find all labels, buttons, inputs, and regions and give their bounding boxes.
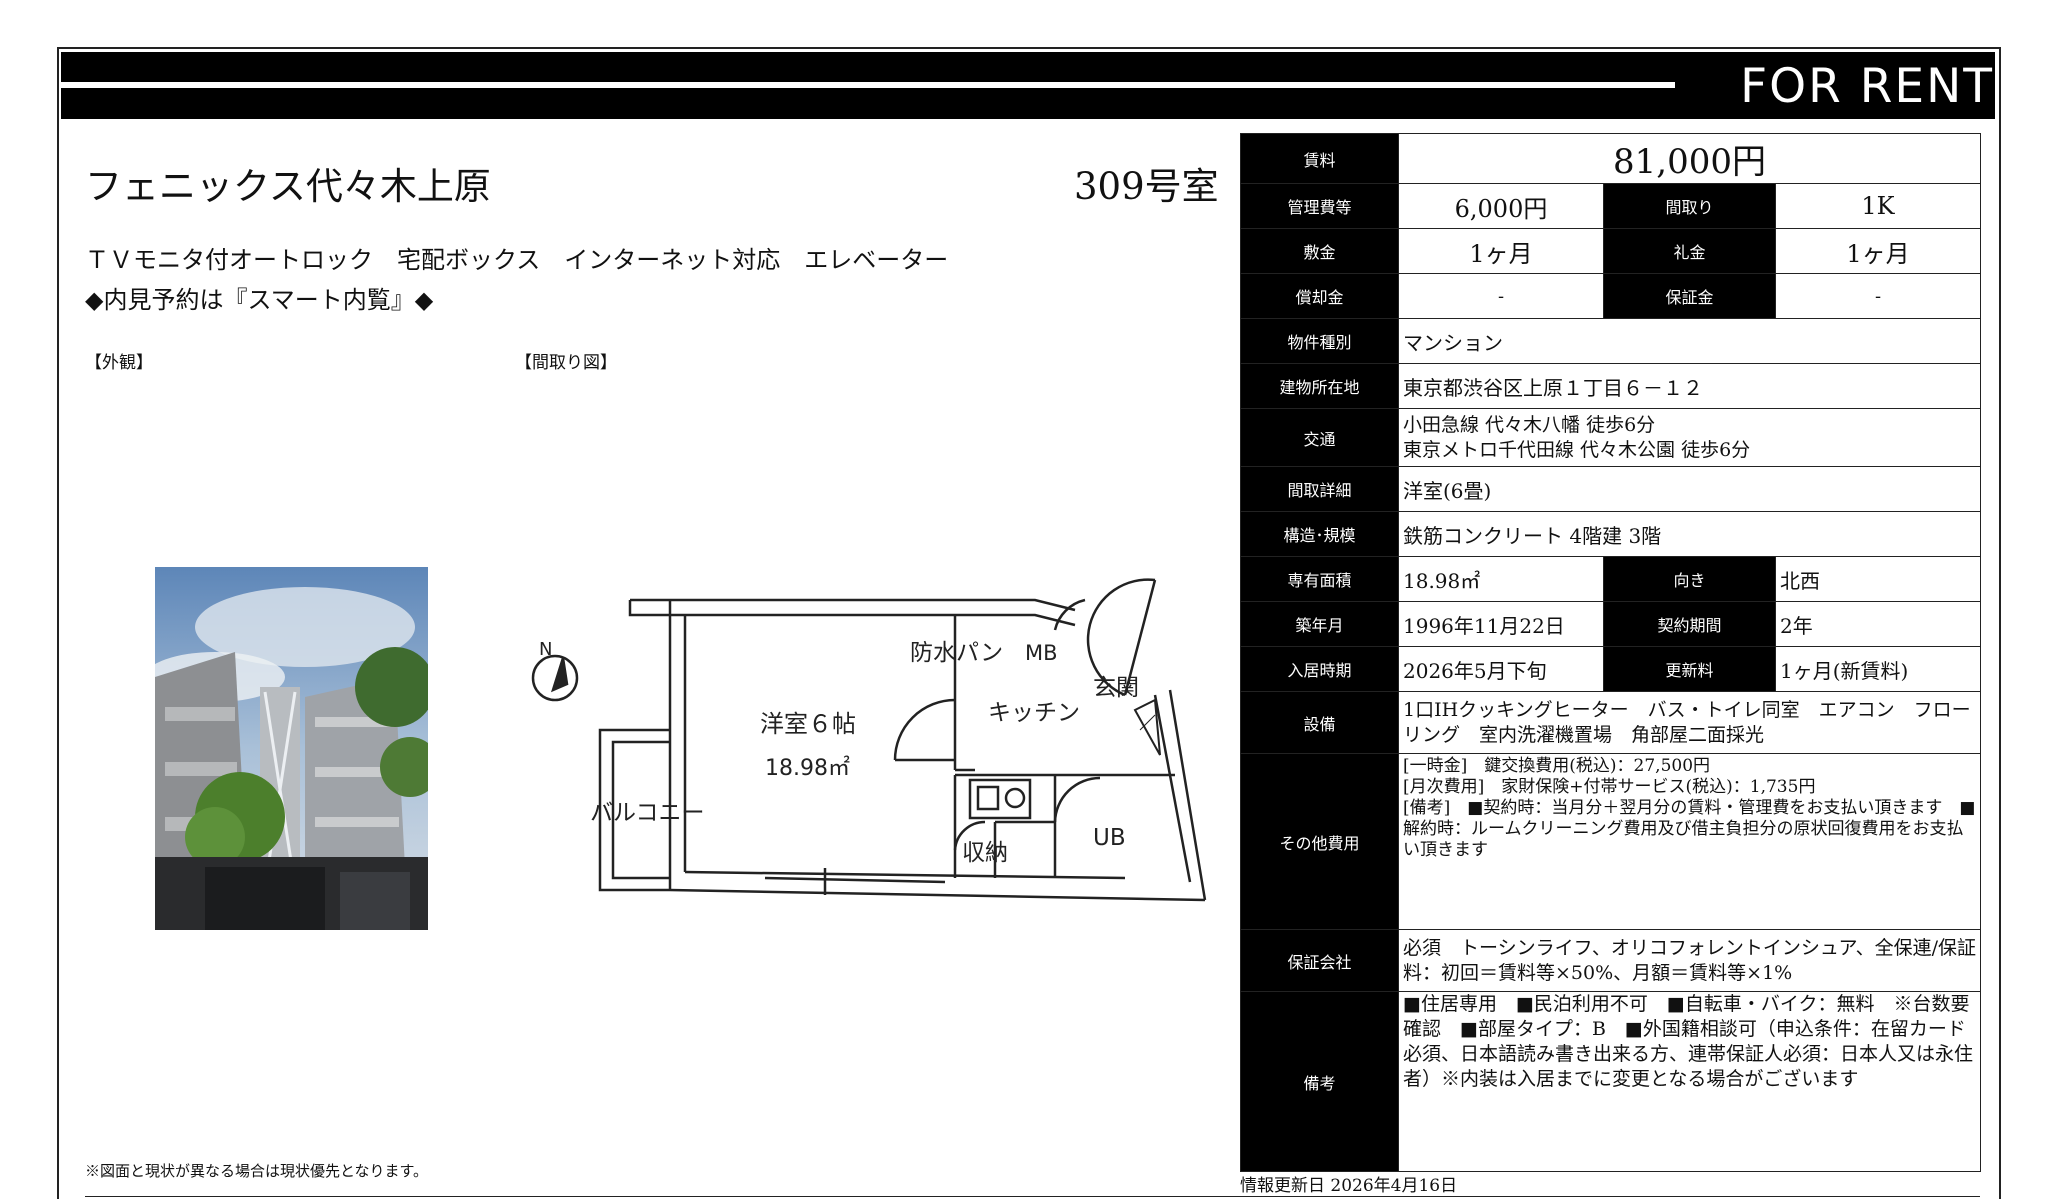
mgmt-fee-value: 6,000円 [1398, 183, 1604, 229]
room-detail-value: 洋室(6畳) [1397, 466, 1982, 512]
rent-label: 賃料 [1240, 133, 1399, 184]
bottom-rule [85, 1196, 1980, 1197]
floor-plan: N 洋室６帖 18.98㎡ 防水パン MB 玄関 キッチン バルコニー 収納 U… [515, 560, 1215, 920]
disclaimer-note: ※図面と現状が異なる場合は現状優先となります。 [85, 1162, 429, 1180]
building-features: ＴＶモニタ付オートロック 宅配ボックス インターネット対応 エレベーター [85, 246, 949, 274]
remarks-value: ■住居専用 ■民泊利用不可 ■自転車・バイク：無料 ※台数要確認 ■部屋タイプ：… [1397, 991, 1982, 1172]
other-costs-label: その他費用 [1240, 753, 1399, 930]
key-money-value: 1ヶ月 [1774, 228, 1982, 274]
key-money-label: 礼金 [1603, 228, 1776, 274]
building-name: フェニックス代々木上原 [85, 165, 491, 208]
exterior-label: 【外観】 [85, 353, 153, 373]
other-costs-line: [一時金] 鍵交換費用(税込)：27,500円 [1403, 756, 1711, 776]
access-label: 交通 [1240, 408, 1399, 467]
plan-balcony: バルコニー [590, 800, 705, 826]
room-detail-label: 間取詳細 [1240, 466, 1399, 512]
other-costs-line: [月次費用] 家財保険+付帯サービス(税込)：1,735円 [1403, 777, 1816, 797]
contract-term-label: 契約期間 [1603, 601, 1776, 647]
facilities-value: 1口IHクッキングヒーター バス・トイレ同室 エアコン フローリング 室内洗濯機… [1397, 691, 1982, 754]
direction-value: 北西 [1774, 556, 1982, 602]
renewal-fee-label: 更新料 [1603, 646, 1776, 692]
built-date-value: 1996年11月22日 [1398, 601, 1604, 647]
guarantor-label: 保証会社 [1240, 929, 1399, 992]
access-line-1: 小田急線 代々木八幡 徒歩6分 [1403, 413, 1656, 436]
address-value: 東京都渋谷区上原１丁目６－１２ [1397, 363, 1982, 409]
access-line-2: 東京メトロ千代田線 代々木公園 徒歩6分 [1403, 438, 1751, 461]
banner-title: FOR RENT [1740, 59, 1994, 114]
direction-label: 向き [1603, 556, 1776, 602]
move-in-value: 2026年5月下旬 [1398, 646, 1604, 692]
layout-value: 1K [1774, 183, 1982, 229]
room-number: 309号室 [1074, 165, 1219, 208]
other-costs-line: [備考] ■契約時：当月分＋翌月分の賃料・管理費をお支払い頂きます ■解約時：ル… [1403, 798, 1976, 860]
update-date: 情報更新日 2026年4月16日 [1240, 1176, 1458, 1196]
amortization-value: - [1398, 273, 1604, 319]
plan-mb: MB [1025, 641, 1058, 665]
property-type-label: 物件種別 [1240, 318, 1399, 364]
other-costs-value: [一時金] 鍵交換費用(税込)：27,500円 [月次費用] 家財保険+付帯サー… [1397, 753, 1982, 930]
layout-label: 間取り [1603, 183, 1776, 229]
plan-north: N [539, 639, 552, 660]
access-value: 小田急線 代々木八幡 徒歩6分 東京メトロ千代田線 代々木公園 徒歩6分 [1397, 408, 1982, 467]
viewing-notice: ◆内見予約は『スマート内覧』◆ [85, 286, 434, 314]
banner-stripe [61, 82, 1675, 88]
property-type-value: マンション [1397, 318, 1982, 364]
deposit-value: 1ヶ月 [1398, 228, 1604, 274]
renewal-fee-value: 1ヶ月(新賃料) [1774, 646, 1982, 692]
rent-value: 81,000円 [1397, 133, 1982, 184]
guarantee-money-value: - [1774, 273, 1982, 319]
move-in-label: 入居時期 [1240, 646, 1399, 692]
plan-ub: UB [1093, 825, 1126, 851]
plan-waterproof-pan: 防水パン [910, 640, 1003, 666]
deposit-label: 敷金 [1240, 228, 1399, 274]
area-label: 専有面積 [1240, 556, 1399, 602]
facilities-label: 設備 [1240, 691, 1399, 754]
built-date-label: 築年月 [1240, 601, 1399, 647]
contract-term-value: 2年 [1774, 601, 1982, 647]
guarantee-money-label: 保証金 [1603, 273, 1776, 319]
area-value: 18.98㎡ [1398, 556, 1604, 602]
amortization-label: 償却金 [1240, 273, 1399, 319]
structure-label: 構造･規模 [1240, 511, 1399, 557]
address-label: 建物所在地 [1240, 363, 1399, 409]
exterior-photo [155, 567, 428, 930]
plan-kitchen: キッチン [988, 700, 1080, 726]
plan-storage: 収納 [962, 840, 1008, 866]
structure-value: 鉄筋コンクリート 4階建 3階 [1397, 511, 1982, 557]
plan-western-room: 洋室６帖 [760, 710, 856, 738]
plan-entrance: 玄関 [1093, 675, 1139, 701]
guarantor-value: 必須 トーシンライフ、オリコフォレントインシュア、全保連/保証料：初回＝賃料等×… [1397, 929, 1982, 992]
plan-area: 18.98㎡ [765, 755, 850, 781]
floorplan-label: 【間取り図】 [515, 353, 617, 373]
remarks-label: 備考 [1240, 991, 1399, 1172]
mgmt-fee-label: 管理費等 [1240, 183, 1399, 229]
spec-table: 賃料 81,000円 管理費等 6,000円 間取り 1K 敷金 1ヶ月 礼金 … [1240, 133, 1982, 1172]
